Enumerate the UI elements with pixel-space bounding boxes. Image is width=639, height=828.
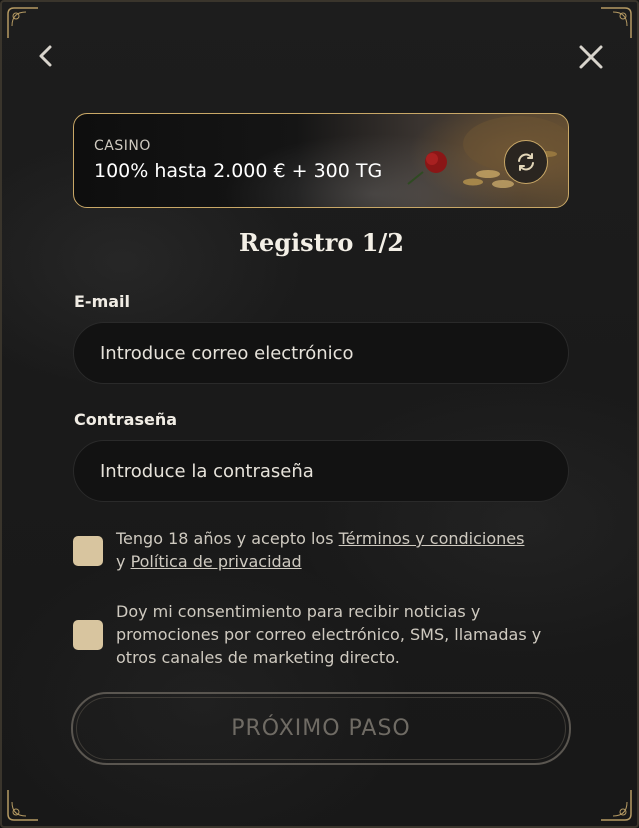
terms-text: Tengo 18 años y acepto los Términos y co… bbox=[116, 527, 568, 573]
refresh-bonus-button[interactable] bbox=[504, 140, 548, 184]
bonus-card[interactable]: CASINO 100% hasta 2.000 € + 300 TG bbox=[73, 113, 569, 208]
password-field[interactable]: Introduce la contraseña bbox=[73, 440, 569, 502]
email-field[interactable]: Introduce correo electrónico bbox=[73, 322, 569, 384]
password-placeholder: Introduce la contraseña bbox=[100, 460, 314, 482]
ornament-corner-icon bbox=[7, 7, 38, 38]
ornament-corner-icon bbox=[601, 790, 632, 821]
terms-checkbox[interactable] bbox=[73, 536, 103, 566]
password-label: Contraseña bbox=[74, 410, 178, 429]
ornament-corner-icon bbox=[601, 7, 632, 38]
email-label: E-mail bbox=[74, 292, 131, 311]
chevron-left-icon bbox=[39, 45, 52, 67]
back-button[interactable] bbox=[32, 42, 60, 70]
bonus-category: CASINO bbox=[94, 138, 151, 154]
form-title: Registro 1/2 bbox=[239, 228, 404, 257]
marketing-consent-text: Doy mi consentimiento para recibir notic… bbox=[116, 602, 542, 667]
terms-middle: y bbox=[116, 552, 131, 571]
email-placeholder: Introduce correo electrónico bbox=[100, 342, 354, 364]
bonus-title: 100% hasta 2.000 € + 300 TG bbox=[94, 160, 383, 182]
registration-modal: CASINO 100% hasta 2.000 € + 300 TG Regis… bbox=[0, 0, 639, 828]
refresh-icon bbox=[518, 153, 534, 171]
ornament-corner-icon bbox=[7, 790, 38, 821]
marketing-consent-checkbox[interactable] bbox=[73, 620, 103, 650]
next-step-button-border bbox=[76, 697, 566, 760]
next-step-button[interactable]: PRÓXIMO PASO bbox=[71, 692, 571, 765]
close-icon bbox=[579, 45, 603, 69]
privacy-link[interactable]: Política de privacidad bbox=[131, 552, 302, 571]
close-button[interactable] bbox=[576, 42, 606, 72]
terms-link[interactable]: Términos y condiciones bbox=[339, 529, 525, 548]
terms-prefix: Tengo 18 años y acepto los bbox=[116, 529, 339, 548]
